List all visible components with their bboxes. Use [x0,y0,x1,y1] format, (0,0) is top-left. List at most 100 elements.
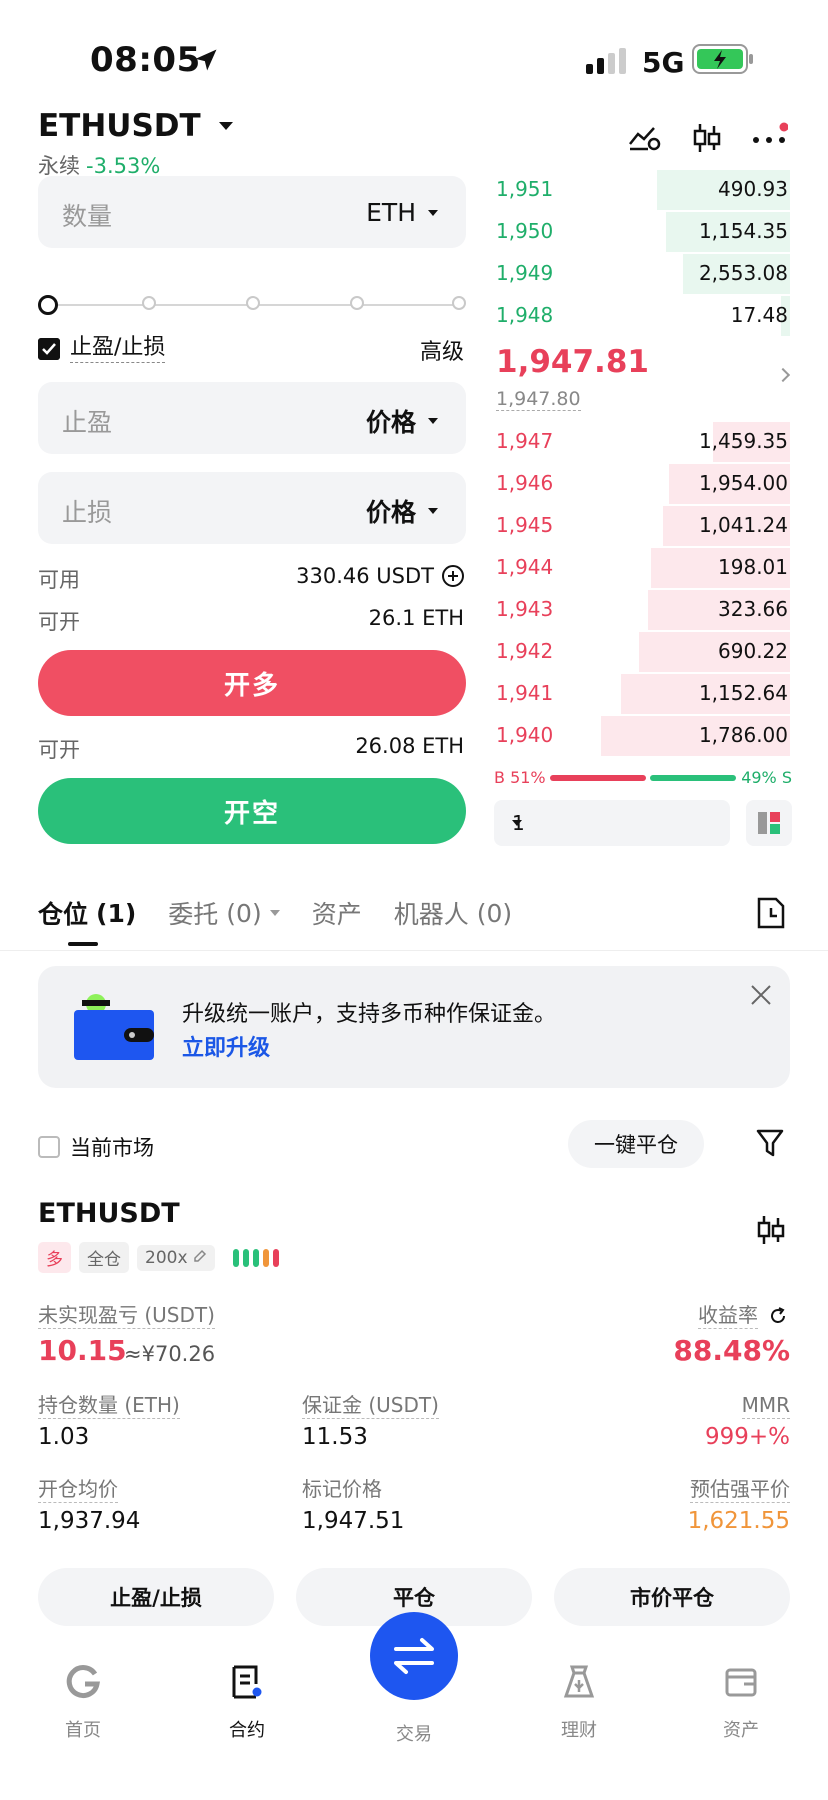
nav-contract-label: 合约 [229,1720,265,1741]
tab-label: 资产 [311,900,362,929]
nav-home[interactable]: 首页 [38,1660,128,1742]
unrealized-pnl: 10.15 [38,1334,127,1367]
pnl-cny: ≈¥70.26 [124,1342,216,1366]
trade-button[interactable] [370,1612,458,1700]
status-bar: 08:05 5G [0,0,828,110]
take-profit-input[interactable]: 止盈 价格 [38,382,466,454]
buy-sell-ratio: B 51% 49% S [494,768,792,788]
close-icon[interactable] [750,984,772,1006]
tab-label: 仓位 [38,900,89,929]
home-logo-icon [66,1665,100,1699]
chevron-right-icon[interactable] [775,367,791,383]
slider-handle[interactable] [38,295,58,315]
candlestick-icon[interactable] [756,1214,786,1246]
nav-assets[interactable]: 资产 [696,1660,786,1742]
bid-quantity: 690.22 [718,639,788,663]
open-short-value: 26.08 ETH [355,734,464,758]
bid-row[interactable]: 1,945 1,041.24 [494,506,790,546]
ask-price: 1,951 [496,177,554,201]
ask-row[interactable]: 1,950 1,154.35 [494,212,790,252]
active-tab-indicator [68,942,98,946]
ask-quantity: 17.48 [730,303,788,327]
refresh-icon[interactable] [768,1306,788,1326]
open-short-button[interactable]: 开空 [38,778,466,844]
filter-icon[interactable] [756,1128,784,1158]
mmr-value: 999+% [704,1424,790,1450]
bid-row[interactable]: 1,942 690.22 [494,632,790,672]
current-market-filter[interactable]: 当前市场 [38,1132,154,1162]
bid-row[interactable]: 1,947 1,459.35 [494,422,790,462]
leverage-slider[interactable] [38,295,466,315]
position-badges: 多 全仓 200x [38,1242,279,1273]
slider-stop-25[interactable] [142,296,156,310]
position-margin: 11.53 [302,1424,368,1450]
quantity-unit-select[interactable]: ETH [366,198,438,227]
slider-stop-75[interactable] [350,296,364,310]
chevron-down-icon [269,910,280,916]
sl-mode: 价格 [365,498,416,527]
ask-row[interactable]: 1,951 490.93 [494,170,790,210]
more-icon[interactable] [752,122,788,152]
bid-row[interactable]: 1,946 1,954.00 [494,464,790,504]
nav-trade-label: 交易 [396,1724,432,1745]
add-funds-icon[interactable] [442,565,464,587]
bid-quantity: 1,459.35 [698,429,788,453]
liq-price-label: 预估强平价 [690,1477,790,1503]
liq-price: 1,621.55 [687,1508,790,1534]
banner-text: 升级统一账户，支持多币种作保证金。 [182,1002,557,1027]
tpsl-button[interactable]: 止盈/止损 [38,1568,274,1626]
tpsl-checkbox[interactable] [38,338,60,360]
tab-count: (0) [226,898,262,928]
ask-row[interactable]: 1,949 2,553.08 [494,254,790,294]
slider-stop-50[interactable] [246,296,260,310]
ask-row[interactable]: 1,948 17.48 [494,296,790,336]
sell-ratio: 49% S [741,768,792,787]
slider-stop-100[interactable] [452,296,466,310]
history-document-icon[interactable] [756,896,786,930]
leverage-value: 200x [145,1247,188,1268]
bid-row[interactable]: 1,941 1,152.64 [494,674,790,714]
bid-row[interactable]: 1,943 323.66 [494,590,790,630]
leverage-badge[interactable]: 200x [137,1244,215,1271]
ask-quantity: 2,553.08 [698,261,788,285]
current-market-checkbox[interactable] [38,1136,60,1158]
last-price[interactable]: 1,947.81 [496,344,649,380]
candlestick-icon[interactable] [692,122,722,154]
nav-finance[interactable]: 理财 [534,1660,624,1742]
tab-assets[interactable]: 资产 [312,895,362,931]
upgrade-link[interactable]: 立即升级 [182,1030,270,1062]
tab-orders[interactable]: 委托 (0) [168,895,280,931]
mark-price: 1,947.80 [496,388,581,411]
tab-bots[interactable]: 机器人 (0) [394,895,512,931]
nav-contract[interactable]: 合约 [202,1660,292,1742]
tab-count: (1) [96,898,137,928]
open-long-button[interactable]: 开多 [38,650,466,716]
pair-selector[interactable]: ETHUSDT [38,108,233,144]
tp-mode-select[interactable]: 价格 [366,403,438,439]
price-change: -3.53% [86,154,161,178]
depth-precision-select[interactable]: 1 [494,800,730,846]
bid-price: 1,944 [496,555,554,579]
bid-row[interactable]: 1,944 198.01 [494,548,790,588]
contract-type: 永续 [38,154,80,178]
stop-loss-input[interactable]: 止损 价格 [38,472,466,544]
orderbook-layout-icon[interactable] [746,800,792,846]
take-profit-placeholder: 止盈 [62,408,113,437]
available-balance: 330.46 USDT [296,564,464,588]
market-close-button[interactable]: 市价平仓 [554,1568,790,1626]
strategy-icon[interactable] [628,122,662,152]
ask-price: 1,948 [496,303,554,327]
upgrade-banner[interactable]: 升级统一账户，支持多币种作保证金。 立即升级 [38,966,790,1088]
bid-quantity: 1,786.00 [698,723,788,747]
position-pair[interactable]: ETHUSDT [38,1198,180,1229]
tpsl-label[interactable]: 止盈/止损 [70,334,166,363]
bid-row[interactable]: 1,940 1,786.00 [494,716,790,756]
sl-mode-select[interactable]: 价格 [366,493,438,529]
margin-label: 保证金 (USDT) [302,1393,439,1419]
buy-ratio: B 51% [494,768,546,787]
advanced-toggle[interactable]: 高级 [420,334,464,366]
quantity-input[interactable]: 数量 ETH [38,176,466,248]
tab-positions[interactable]: 仓位 (1) [38,895,136,931]
risk-bar [262,1248,269,1267]
close-all-button[interactable]: 一键平仓 [568,1120,704,1168]
